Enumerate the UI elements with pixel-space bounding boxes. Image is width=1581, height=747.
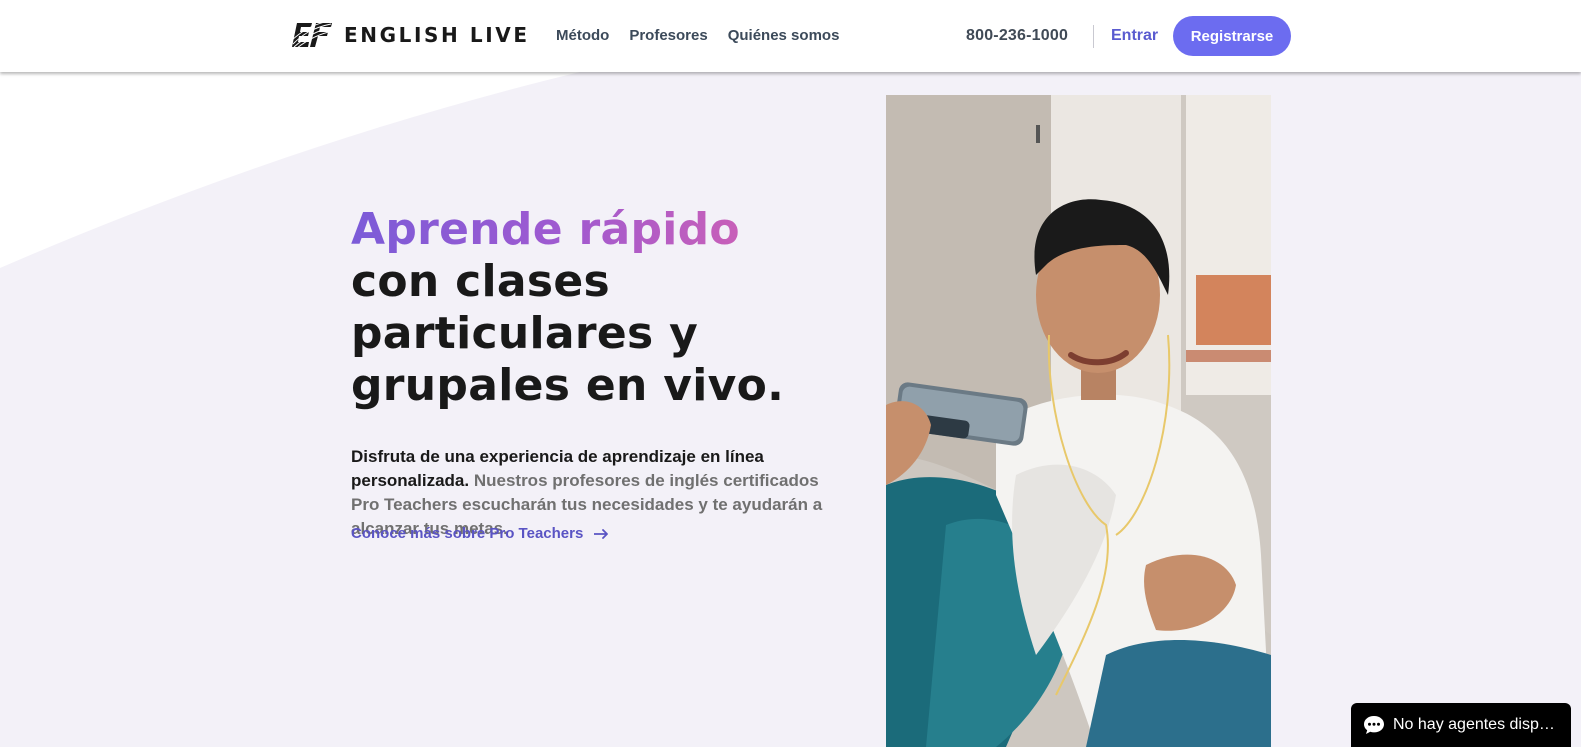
main-nav: Método Profesores Quiénes somos	[556, 27, 839, 44]
brand-name: ENGLISH LIVE	[344, 23, 530, 47]
pro-teachers-link-label: Conoce más sobre Pro Teachers	[351, 525, 584, 542]
brand-logo[interactable]: ENGLISH LIVE	[291, 22, 530, 48]
pro-teachers-link[interactable]: Conoce más sobre Pro Teachers	[351, 525, 609, 542]
arrow-right-icon	[594, 528, 609, 539]
hero-title-rest: con clases particulares y grupales en vi…	[351, 256, 785, 411]
ef-logo-icon	[291, 22, 333, 48]
nav-item-profesores[interactable]: Profesores	[629, 27, 707, 44]
nav-item-quienes-somos[interactable]: Quiénes somos	[728, 27, 840, 44]
site-header: ENGLISH LIVE Método Profesores Quiénes s…	[0, 0, 1581, 72]
hero-title: Aprende rápido con clases particulares y…	[351, 204, 831, 412]
header-divider	[1093, 25, 1094, 48]
signup-button[interactable]: Registrarse	[1173, 16, 1291, 56]
phone-number-link[interactable]: 800-236-1000	[966, 27, 1068, 45]
nav-item-metodo[interactable]: Método	[556, 27, 609, 44]
hero-photo	[886, 95, 1271, 747]
login-link[interactable]: Entrar	[1111, 27, 1158, 45]
chat-status-label: No hay agentes disp…	[1393, 716, 1555, 733]
chat-widget[interactable]: No hay agentes disp…	[1351, 703, 1571, 747]
chat-bubble-icon	[1364, 716, 1384, 734]
hero-section: Aprende rápido con clases particulares y…	[351, 204, 831, 541]
hero-title-highlight: Aprende rápido	[351, 204, 740, 255]
